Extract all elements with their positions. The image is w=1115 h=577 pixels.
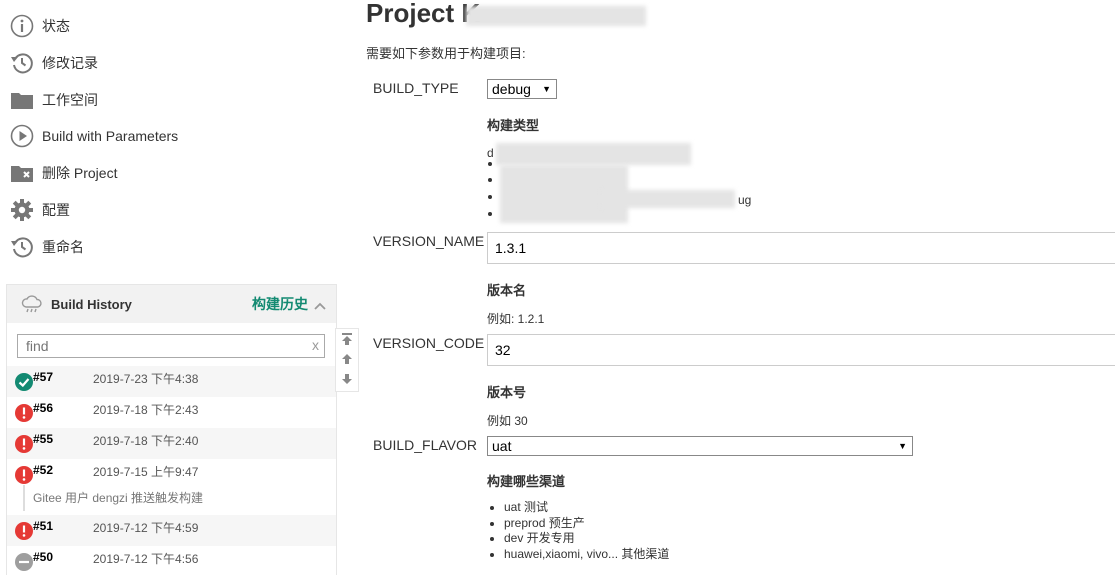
build-row[interactable]: #56 2019-7-18 下午2:43 <box>7 397 336 428</box>
sidebar-item-label: 工作空间 <box>42 92 98 108</box>
version-name-desc: 例如: 1.2.1 <box>487 312 545 326</box>
intro-text: 需要如下参数用于构建项目: <box>366 46 526 61</box>
param-name-version-code: VERSION_CODE <box>373 335 485 351</box>
flavor-list-item: uat 测试 <box>504 500 669 516</box>
version-name-desc-title: 版本名 <box>487 283 527 298</box>
sidebar-item-configure[interactable]: 配置 <box>10 195 70 225</box>
sidebar-item-build-with-parameters[interactable]: Build with Parameters <box>10 121 178 151</box>
failed-icon <box>15 404 33 422</box>
build-cause: Gitee 用户 dengzi 推送触发构建 <box>23 485 203 511</box>
sidebar-item-label: 删除 Project <box>42 165 118 181</box>
build-number-link[interactable]: #52 <box>33 463 53 477</box>
folder-icon <box>10 88 34 112</box>
build-date-link[interactable]: 2019-7-18 下午2:40 <box>93 432 198 449</box>
build-number-link[interactable]: #55 <box>33 432 53 446</box>
version-code-desc-title: 版本号 <box>487 385 527 400</box>
build-type-value: debug <box>492 81 531 97</box>
build-number-link[interactable]: #50 <box>33 550 53 564</box>
dropdown-arrow-icon: ▼ <box>542 84 551 94</box>
build-row[interactable]: #55 2019-7-18 下午2:40 <box>7 428 336 459</box>
sidebar-item-label: 配置 <box>42 202 70 218</box>
weather-icon <box>21 295 43 313</box>
build-history-title: Build History <box>51 296 132 312</box>
version-code-input[interactable]: 32 <box>487 334 1115 366</box>
flavor-list-item: dev 开发专用 <box>504 531 669 547</box>
rename-icon <box>10 235 34 259</box>
build-date-link[interactable]: 2019-7-15 上午9:47 <box>93 463 198 480</box>
build-row[interactable]: #57 2019-7-23 下午4:38 <box>7 366 336 397</box>
build-date-link[interactable]: 2019-7-12 下午4:59 <box>93 519 198 536</box>
version-name-input[interactable]: 1.3.1 <box>487 232 1115 264</box>
build-flavor-value: uat <box>492 438 512 454</box>
sidebar-item-label: Build with Parameters <box>42 128 179 144</box>
build-row[interactable]: #50 2019-7-12 下午4:56 <box>7 546 336 577</box>
version-code-desc: 例如 30 <box>487 414 528 428</box>
dropdown-arrow-icon: ▼ <box>898 441 907 451</box>
build-date-link[interactable]: 2019-7-12 下午4:56 <box>93 550 198 567</box>
sidebar-item-workspace[interactable]: 工作空间 <box>10 85 98 115</box>
build-date-link[interactable]: 2019-7-18 下午2:43 <box>93 401 198 418</box>
chevron-up-icon[interactable] <box>314 298 326 314</box>
param-name-build-flavor: BUILD_FLAVOR <box>373 437 477 453</box>
gear-icon <box>10 198 34 222</box>
build-type-desc-fragment: d <box>487 146 494 160</box>
build-row[interactable]: #51 2019-7-12 下午4:59 <box>7 515 336 546</box>
success-icon <box>15 373 33 391</box>
sidebar-item-status[interactable]: 状态 <box>10 11 70 41</box>
build-date-link[interactable]: 2019-7-23 下午4:38 <box>93 370 198 387</box>
sidebar-item-label: 重命名 <box>42 239 84 255</box>
flavor-list: uat 测试 preprod 预生产 dev 开发专用 huawei,xiaom… <box>487 500 669 562</box>
history-pager <box>335 328 359 392</box>
sidebar-item-changes[interactable]: 修改记录 <box>10 48 98 78</box>
build-search-field[interactable]: x <box>17 334 325 358</box>
failed-icon <box>15 522 33 540</box>
sidebar-item-label: 修改记录 <box>42 55 98 71</box>
failed-icon <box>15 435 33 453</box>
page-title: Project K <box>366 0 481 28</box>
aborted-icon <box>15 553 33 571</box>
build-flavor-desc-title: 构建哪些渠道 <box>487 474 566 489</box>
history-icon <box>10 51 34 75</box>
build-type-desc-fragment: ug <box>738 193 752 207</box>
build-number-link[interactable]: #51 <box>33 519 53 533</box>
build-type-desc-title: 构建类型 <box>487 118 540 133</box>
build-type-select[interactable]: debug ▼ <box>487 79 557 99</box>
build-number-link[interactable]: #57 <box>33 370 53 384</box>
flavor-list-item: huawei,xiaomi, vivo... 其他渠道 <box>504 547 669 563</box>
sidebar-item-rename[interactable]: 重命名 <box>10 232 84 262</box>
status-icon <box>10 14 34 38</box>
build-history-panel: Build History 构建历史 x #57 2019-7-23 下午4:3… <box>6 284 337 575</box>
build-number-link[interactable]: #56 <box>33 401 53 415</box>
build-history-header: Build History 构建历史 <box>7 285 336 323</box>
play-icon <box>10 124 34 148</box>
build-flavor-select[interactable]: uat ▼ <box>487 436 913 456</box>
delete-folder-icon <box>10 161 34 185</box>
sidebar-item-delete-project[interactable]: 删除 Project <box>10 158 117 188</box>
clear-search-icon[interactable]: x <box>312 337 319 353</box>
trend-link[interactable]: 构建历史 <box>252 294 308 314</box>
page-top-icon[interactable] <box>336 329 358 349</box>
build-search-input[interactable] <box>24 337 298 355</box>
page-down-icon[interactable] <box>336 369 358 389</box>
param-name-version-name: VERSION_NAME <box>373 233 485 249</box>
sidebar-item-label: 状态 <box>42 18 70 34</box>
page-up-icon[interactable] <box>336 349 358 369</box>
failed-icon <box>15 466 33 484</box>
param-name-build-type: BUILD_TYPE <box>373 80 459 96</box>
redacted-title <box>466 6 646 26</box>
flavor-list-item: preprod 预生产 <box>504 516 669 532</box>
